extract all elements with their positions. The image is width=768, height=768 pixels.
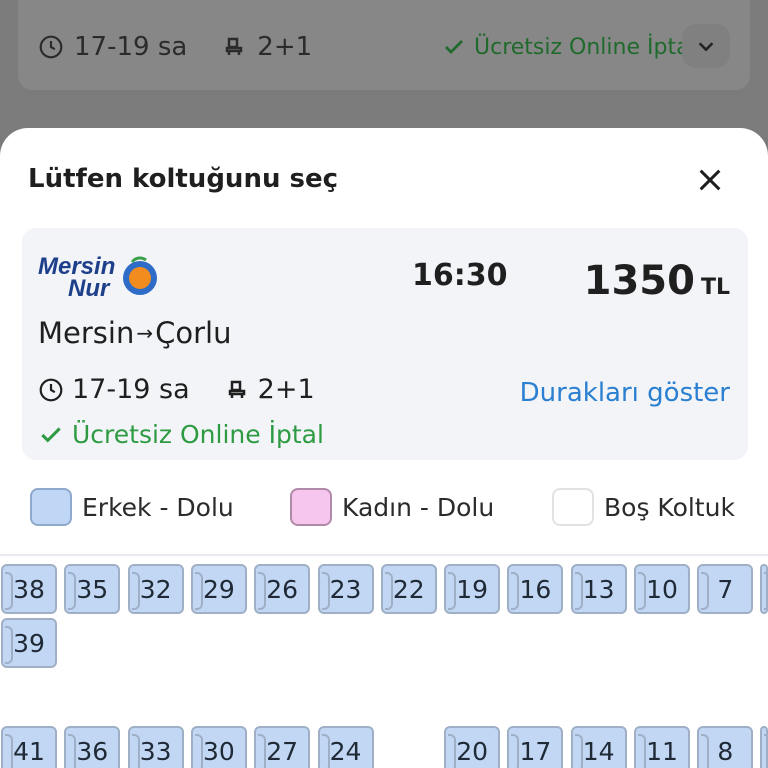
seat-32[interactable]: 32: [127, 564, 184, 614]
seat-30[interactable]: 30: [190, 726, 247, 768]
background-cancel-text: Ücretsiz Online İptal: [474, 34, 696, 60]
seat-11[interactable]: 11: [634, 726, 690, 768]
seat-17[interactable]: 17: [507, 726, 564, 768]
legend-female-occupied: Kadın - Dolu: [290, 488, 494, 526]
seat-partial[interactable]: [760, 564, 768, 614]
legend-male-occupied: Erkek - Dolu: [30, 488, 234, 526]
trip-summary-card: Mersin Nur 16:30 1350 TL Mersin → Çorlu …: [22, 228, 748, 460]
company-logo: Mersin Nur: [36, 248, 166, 304]
expand-button[interactable]: [682, 24, 730, 68]
seat-26[interactable]: 26: [254, 564, 311, 614]
show-stops-link[interactable]: Durakları göster: [520, 378, 730, 408]
seat-39[interactable]: 39: [1, 618, 57, 668]
destination-city: Çorlu: [155, 316, 232, 350]
route-arrow-icon: →: [136, 321, 154, 345]
origin-city: Mersin: [38, 316, 135, 350]
seat-22[interactable]: 22: [380, 564, 437, 614]
seat-36[interactable]: 36: [64, 726, 121, 768]
legend-empty-seat: Boş Koltuk: [552, 488, 735, 526]
seat-35[interactable]: 35: [64, 564, 121, 614]
free-cancel-text: Ücretsiz Online İptal: [72, 420, 324, 449]
seat-19[interactable]: 19: [444, 564, 501, 614]
seat-20[interactable]: 20: [444, 726, 501, 768]
seat-41[interactable]: 41: [1, 726, 57, 768]
male-occupied-swatch: [30, 488, 72, 526]
check-icon: [445, 40, 463, 54]
sheet-title: Lütfen koltuğunu seç: [28, 164, 339, 194]
free-cancel-badge: Ücretsiz Online İptal: [38, 420, 324, 449]
trip-meta: 17-19 sa 2+1: [38, 374, 315, 405]
background-duration: 17-19 sa: [74, 32, 188, 62]
ticket-price: 1350 TL: [584, 258, 730, 304]
legend-label: Boş Koltuk: [604, 492, 735, 522]
price-amount: 1350: [583, 258, 695, 304]
seat-10[interactable]: 10: [634, 564, 690, 614]
seat-33[interactable]: 33: [127, 726, 184, 768]
seat-8[interactable]: 8: [697, 726, 754, 768]
chevron-down-icon: [698, 42, 714, 52]
seat-7[interactable]: 7: [697, 564, 754, 614]
legend-label: Kadın - Dolu: [342, 492, 495, 522]
background-trip-meta: 17-19 sa 2+1: [38, 30, 312, 64]
departure-time: 16:30: [412, 258, 508, 293]
clock-icon: [39, 35, 63, 59]
close-icon: [699, 169, 721, 191]
seat-selection-sheet: Lütfen koltuğunu seç Mersin Nur 16:30 13…: [0, 128, 768, 768]
seat-38[interactable]: 38: [1, 564, 57, 614]
seat-partial[interactable]: [760, 726, 768, 768]
seat-24[interactable]: 24: [317, 726, 374, 768]
price-currency: TL: [700, 275, 730, 300]
seat-23[interactable]: 23: [317, 564, 374, 614]
seat-27[interactable]: 27: [254, 726, 311, 768]
seat-13[interactable]: 13: [570, 564, 627, 614]
seat-14[interactable]: 14: [570, 726, 627, 768]
background-free-cancel: Ücretsiz Online İptal: [442, 30, 696, 64]
seat-layout: 2+1: [257, 374, 315, 405]
empty-seat-swatch: [552, 488, 594, 526]
background-seat-layout: 2+1: [257, 32, 313, 62]
female-occupied-swatch: [290, 488, 332, 526]
legend-label: Erkek - Dolu: [82, 492, 234, 522]
close-button[interactable]: [690, 160, 730, 200]
check-icon: [41, 426, 61, 443]
seat-icon: [226, 37, 243, 55]
seat-legend: Erkek - Dolu Kadın - Dolu Boş Koltuk: [30, 488, 740, 528]
route: Mersin → Çorlu: [38, 316, 231, 350]
seat-29[interactable]: 29: [190, 564, 247, 614]
trip-duration: 17-19 sa: [72, 374, 190, 405]
clock-icon: [39, 378, 63, 401]
divider: [0, 554, 768, 556]
seat-icon: [228, 380, 245, 398]
svg-text:Nur: Nur: [68, 275, 111, 302]
seat-16[interactable]: 16: [507, 564, 564, 614]
